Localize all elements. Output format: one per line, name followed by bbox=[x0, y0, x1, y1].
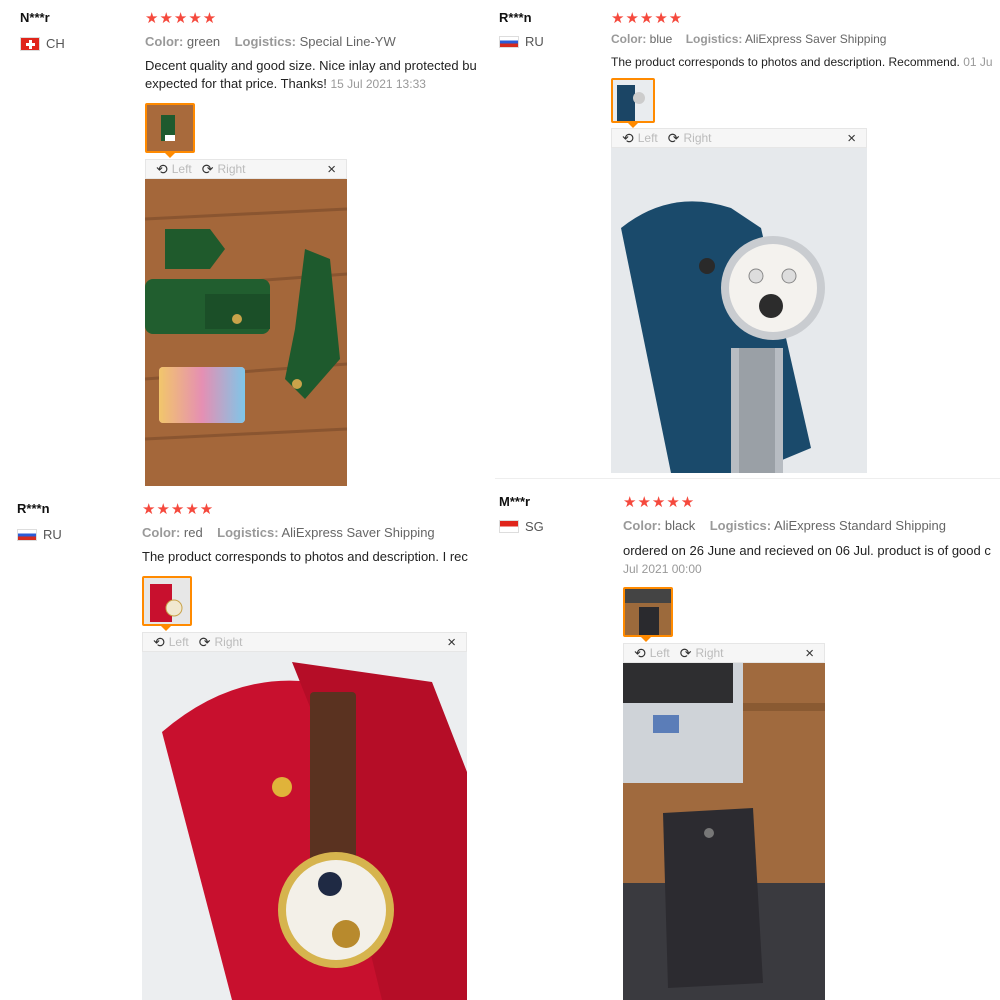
logistics-value: AliExpress Saver Shipping bbox=[745, 32, 887, 46]
color-label: Color: bbox=[142, 525, 181, 540]
review-body: The product corresponds to photos and de… bbox=[611, 55, 960, 69]
review-date: 01 Ju bbox=[963, 55, 993, 69]
logistics-value: Special Line-YW bbox=[299, 34, 396, 49]
reviewer-name: R***n bbox=[499, 10, 532, 25]
reviewer-name: R***n bbox=[17, 501, 50, 516]
image-viewer-toolbar: ⟲ Left ⟳ Right × bbox=[623, 643, 825, 663]
thumbnail-pointer bbox=[160, 625, 172, 631]
rotate-right-icon: ⟳ bbox=[198, 633, 211, 650]
photo-thumbnail[interactable] bbox=[145, 103, 195, 153]
review-text: The product corresponds to photos and de… bbox=[611, 53, 1000, 71]
photo-thumbnail[interactable] bbox=[142, 576, 192, 626]
color-value: green bbox=[186, 34, 221, 49]
review-photo bbox=[611, 148, 867, 473]
reviewer-country: SG bbox=[499, 519, 544, 534]
review-text: ordered on 26 June and recieved on 06 Ju… bbox=[623, 542, 1000, 578]
russia-flag-icon bbox=[17, 528, 37, 541]
color-value: red bbox=[183, 525, 203, 540]
close-icon[interactable]: × bbox=[847, 130, 856, 147]
rotate-left-button[interactable]: ⟲ Left bbox=[156, 161, 192, 178]
rotate-right-button[interactable]: ⟳ Right bbox=[680, 645, 724, 662]
close-icon[interactable]: × bbox=[805, 645, 814, 662]
row-divider bbox=[495, 478, 1000, 479]
thumbnail-pointer bbox=[640, 636, 652, 642]
swiss-flag-icon bbox=[20, 36, 40, 51]
rotate-left-button[interactable]: ⟲ Left bbox=[153, 634, 189, 651]
photo-thumbnail[interactable] bbox=[611, 78, 655, 123]
color-value: black bbox=[664, 518, 696, 533]
review-date: Jul 2021 00:00 bbox=[623, 562, 702, 576]
rotate-left-icon: ⟲ bbox=[153, 633, 165, 650]
image-viewer-toolbar: ⟲ Left ⟳ Right × bbox=[145, 159, 347, 179]
review-date: 15 Jul 2021 13:33 bbox=[330, 77, 426, 91]
star-rating: ★★★★★ bbox=[611, 10, 684, 27]
country-code: RU bbox=[525, 34, 544, 49]
logistics-label: Logistics: bbox=[685, 32, 743, 46]
reviewer-country: RU bbox=[17, 527, 62, 542]
rotate-right-button[interactable]: ⟳ Right bbox=[199, 634, 243, 651]
country-code: CH bbox=[46, 36, 65, 51]
reviewer-name: M***r bbox=[499, 494, 531, 509]
star-rating: ★★★★★ bbox=[145, 10, 218, 27]
rotate-right-button[interactable]: ⟳ Right bbox=[202, 161, 246, 178]
review-photo bbox=[623, 663, 825, 1000]
image-viewer-toolbar: ⟲ Left ⟳ Right × bbox=[611, 128, 867, 148]
review-photo bbox=[142, 652, 467, 1000]
reviewer-country: RU bbox=[499, 34, 544, 49]
star-rating: ★★★★★ bbox=[623, 494, 696, 511]
rotate-right-icon: ⟳ bbox=[679, 644, 692, 661]
color-value: blue bbox=[649, 32, 673, 46]
review-meta: Color: blue Logistics: AliExpress Saver … bbox=[611, 32, 886, 46]
color-label: Color: bbox=[145, 34, 184, 49]
review-body: ordered on 26 June and recieved on 06 Ju… bbox=[623, 543, 991, 558]
review-meta: Color: black Logistics: AliExpress Stand… bbox=[623, 518, 946, 533]
rotate-right-icon: ⟳ bbox=[667, 129, 680, 146]
review-4: M***r SG ★★★★★ Color: black Logistics: A… bbox=[495, 483, 1000, 1000]
star-rating: ★★★★★ bbox=[142, 501, 215, 518]
close-icon[interactable]: × bbox=[327, 161, 336, 178]
color-label: Color: bbox=[623, 518, 662, 533]
rotate-left-icon: ⟲ bbox=[156, 160, 168, 177]
review-text: Decent quality and good size. Nice inlay… bbox=[145, 57, 485, 93]
color-label: Color: bbox=[611, 32, 647, 46]
logistics-label: Logistics: bbox=[234, 34, 297, 49]
reviewer-country: CH bbox=[20, 36, 65, 51]
rotate-left-icon: ⟲ bbox=[634, 644, 646, 661]
review-body: Decent quality and good size. Nice inlay… bbox=[145, 58, 477, 91]
rotate-right-icon: ⟳ bbox=[201, 160, 214, 177]
review-2: R***n RU ★★★★★ Color: blue Logistics: Al… bbox=[495, 0, 1000, 478]
review-body: The product corresponds to photos and de… bbox=[142, 549, 468, 564]
review-meta: Color: red Logistics: AliExpress Saver S… bbox=[142, 525, 435, 540]
rotate-right-button[interactable]: ⟳ Right bbox=[668, 130, 712, 147]
logistics-value: AliExpress Standard Shipping bbox=[774, 518, 947, 533]
rotate-left-icon: ⟲ bbox=[622, 129, 634, 146]
country-code: RU bbox=[43, 527, 62, 542]
country-code: SG bbox=[525, 519, 544, 534]
rotate-left-button[interactable]: ⟲ Left bbox=[622, 130, 658, 147]
review-meta: Color: green Logistics: Special Line-YW bbox=[145, 34, 396, 49]
logistics-label: Logistics: bbox=[217, 525, 279, 540]
rotate-left-button[interactable]: ⟲ Left bbox=[634, 645, 670, 662]
close-icon[interactable]: × bbox=[447, 634, 456, 651]
reviewer-name: N***r bbox=[20, 10, 50, 25]
review-photo bbox=[145, 179, 347, 486]
logistics-label: Logistics: bbox=[709, 518, 772, 533]
singapore-flag-icon bbox=[499, 520, 519, 533]
thumbnail-pointer bbox=[164, 152, 176, 158]
photo-thumbnail[interactable] bbox=[623, 587, 673, 637]
review-3: R***n RU ★★★★★ Color: red Logistics: Ali… bbox=[0, 490, 490, 1000]
logistics-value: AliExpress Saver Shipping bbox=[281, 525, 435, 540]
review-text: The product corresponds to photos and de… bbox=[142, 548, 488, 566]
russia-flag-icon bbox=[499, 35, 519, 48]
review-1: N***r CH ★★★★★ Color: green Logistics: S… bbox=[0, 0, 490, 488]
image-viewer-toolbar: ⟲ Left ⟳ Right × bbox=[142, 632, 467, 652]
